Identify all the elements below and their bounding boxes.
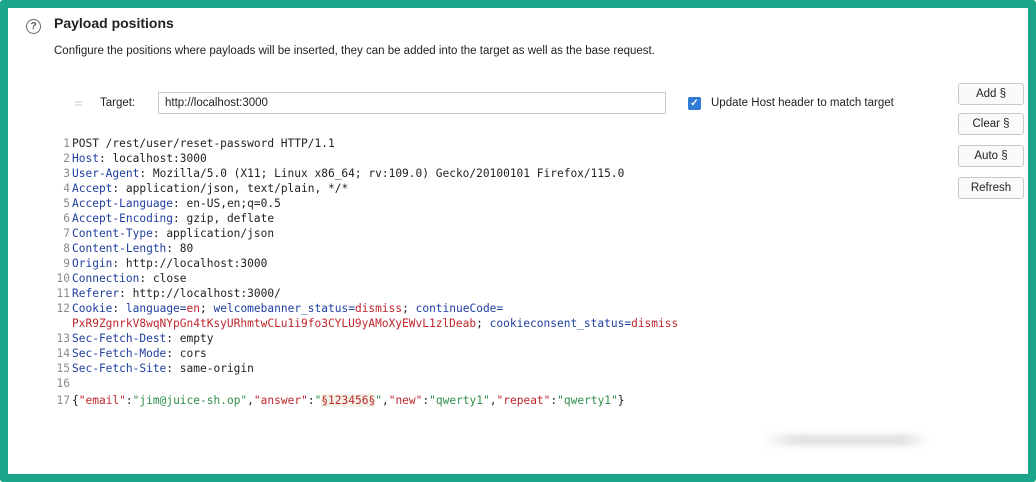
header-value: cors — [179, 347, 207, 360]
header-line: 3 User-Agent: Mozilla/5.0 (X11; Linux x86… — [63, 167, 625, 180]
header-name: Content-Type — [72, 227, 153, 240]
header-line: 5 Accept-Language: en-US,en;q=0.5 — [63, 197, 281, 210]
cookie-line-cont: PxR9ZgnrkV8wqNYpGn4tKsyURhmtwCLu1i9fo3CY… — [72, 317, 679, 330]
header-line: 9 Origin: http://localhost:3000 — [63, 257, 268, 270]
target-input[interactable] — [158, 92, 666, 114]
header-value: empty — [179, 332, 214, 345]
header-value: localhost:3000 — [112, 152, 207, 165]
payload-positions-panel: ? Payload positions Configure the positi… — [8, 8, 1028, 474]
add-marker-button[interactable]: Add § — [958, 83, 1024, 105]
cookie-line: 12 Cookie: language=en; welcomebanner_sta… — [56, 302, 504, 315]
header-name: Cookie — [72, 302, 113, 315]
header-name: Referer — [72, 287, 120, 300]
payload-marker[interactable]: §123456§ — [321, 394, 376, 407]
header-line: 14 Sec-Fetch-Mode: cors — [56, 347, 207, 360]
header-name: Sec-Fetch-Dest — [72, 332, 167, 345]
header-line: 15 Sec-Fetch-Site: same-origin — [56, 362, 254, 375]
header-name: Content-Length — [72, 242, 167, 255]
header-line: 8 Content-Length: 80 — [63, 242, 194, 255]
panel-description: Configure the positions where payloads w… — [54, 45, 655, 57]
panel-title: Payload positions — [54, 15, 174, 31]
target-label: Target: — [100, 97, 136, 109]
header-value: gzip, deflate — [186, 212, 275, 225]
header-value: application/json, text/plain, */* — [125, 182, 349, 195]
header-line: 2 Host: localhost:3000 — [63, 152, 207, 165]
header-value: close — [152, 272, 187, 285]
header-value: application/json — [166, 227, 275, 240]
header-name: Accept-Language — [72, 197, 174, 210]
header-value: same-origin — [179, 362, 254, 375]
header-name: Accept — [72, 182, 113, 195]
header-name: Sec-Fetch-Site — [72, 362, 167, 375]
header-value: en-US,en;q=0.5 — [186, 197, 281, 210]
blank-line: 16 — [56, 377, 70, 390]
header-name: User-Agent — [72, 167, 140, 180]
header-name: Origin — [72, 257, 113, 270]
header-name: Connection — [72, 272, 140, 285]
header-value: 80 — [179, 242, 194, 255]
clear-markers-button[interactable]: Clear § — [958, 113, 1024, 135]
auto-markers-button[interactable]: Auto § — [958, 145, 1024, 167]
header-line: 4 Accept: application/json, text/plain, *… — [63, 182, 349, 195]
body-line: 17 {"email":"jim@juice-sh.op","answer":"§… — [56, 394, 625, 407]
header-name: Accept-Encoding — [72, 212, 174, 225]
update-host-label[interactable]: Update Host header to match target — [711, 97, 894, 109]
header-value: http://localhost:3000/ — [132, 287, 281, 300]
header-line: 11 Referer: http://localhost:3000/ — [56, 287, 281, 300]
update-host-checkbox[interactable]: ✓ — [688, 97, 701, 110]
request-editor[interactable]: 1 POST /rest/user/reset-password HTTP/1.1… — [54, 136, 948, 468]
header-line: 10 Connection: close — [56, 272, 187, 285]
header-name: Host — [72, 152, 99, 165]
redacted-blur — [760, 434, 930, 446]
refresh-button[interactable]: Refresh — [958, 177, 1024, 199]
header-name: Sec-Fetch-Mode — [72, 347, 167, 360]
header-line: 13 Sec-Fetch-Dest: empty — [56, 332, 214, 345]
header-line: 6 Accept-Encoding: gzip, deflate — [63, 212, 275, 225]
header-value: Mozilla/5.0 (X11; Linux x86_64; rv:109.0… — [152, 167, 625, 180]
header-value: http://localhost:3000 — [125, 257, 268, 270]
request-line: 1 POST /rest/user/reset-password HTTP/1.1 — [63, 137, 335, 150]
header-line: 7 Content-Type: application/json — [63, 227, 275, 240]
help-icon[interactable]: ? — [26, 19, 41, 34]
drag-handle-icon[interactable] — [75, 101, 82, 107]
